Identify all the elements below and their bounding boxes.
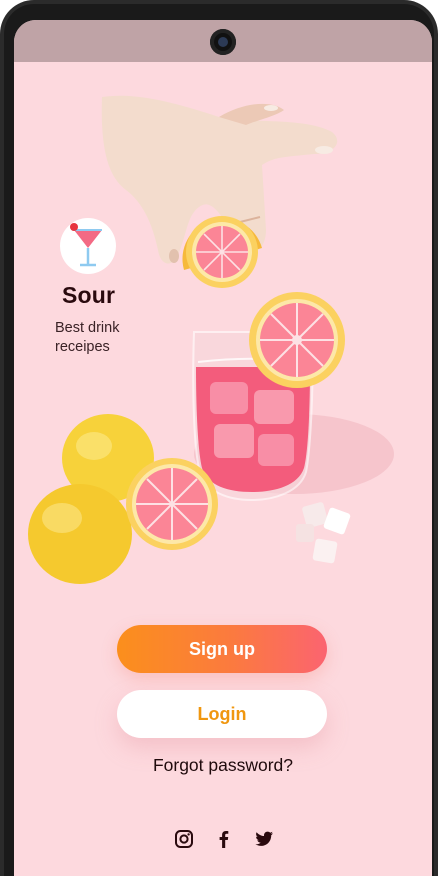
instagram-icon[interactable] [174, 829, 194, 849]
sign-up-button[interactable]: Sign up [117, 625, 327, 673]
app-screen: Sour Best drink receipes Sign up Login F… [14, 20, 432, 876]
facebook-icon[interactable] [214, 829, 234, 849]
status-bar [14, 20, 432, 62]
twitter-icon[interactable] [254, 829, 274, 849]
forgot-password-link[interactable]: Forgot password? [14, 755, 432, 776]
phone-bezel: Sour Best drink receipes Sign up Login F… [4, 4, 434, 876]
lemons-illustration [28, 414, 218, 584]
sugar-cubes [296, 502, 351, 564]
app-logo [60, 218, 116, 274]
login-button[interactable]: Login [117, 690, 327, 738]
app-tagline: Best drink receipes [55, 320, 120, 355]
app-name: Sour [62, 282, 116, 308]
cocktail-icon [70, 223, 102, 267]
glass-grapefruit-slice [249, 292, 345, 388]
social-links [174, 828, 274, 850]
front-camera [210, 29, 236, 55]
phone-frame: Sour Best drink receipes Sign up Login F… [0, 0, 438, 876]
